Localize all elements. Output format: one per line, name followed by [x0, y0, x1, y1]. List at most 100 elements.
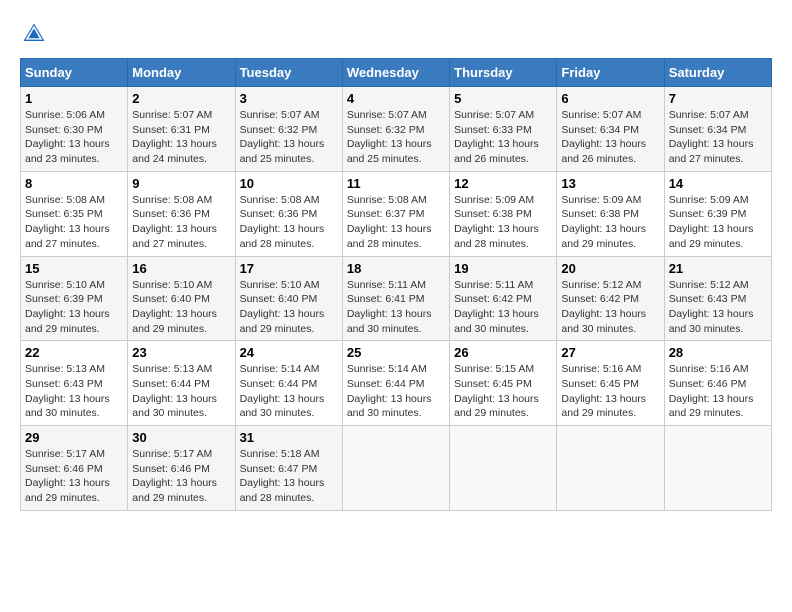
day-info: Sunrise: 5:12 AM Sunset: 6:43 PM Dayligh…	[669, 278, 767, 337]
day-info: Sunrise: 5:08 AM Sunset: 6:36 PM Dayligh…	[132, 193, 230, 252]
day-info: Sunrise: 5:09 AM Sunset: 6:38 PM Dayligh…	[561, 193, 659, 252]
day-of-week-header: Friday	[557, 59, 664, 87]
day-info: Sunrise: 5:07 AM Sunset: 6:32 PM Dayligh…	[240, 108, 338, 167]
day-of-week-header: Sunday	[21, 59, 128, 87]
calendar-cell: 17 Sunrise: 5:10 AM Sunset: 6:40 PM Dayl…	[235, 256, 342, 341]
calendar-cell: 26 Sunrise: 5:15 AM Sunset: 6:45 PM Dayl…	[450, 341, 557, 426]
day-number: 30	[132, 430, 230, 445]
calendar-cell: 6 Sunrise: 5:07 AM Sunset: 6:34 PM Dayli…	[557, 87, 664, 172]
calendar-cell: 19 Sunrise: 5:11 AM Sunset: 6:42 PM Dayl…	[450, 256, 557, 341]
calendar-week-row: 15 Sunrise: 5:10 AM Sunset: 6:39 PM Dayl…	[21, 256, 772, 341]
calendar-cell: 23 Sunrise: 5:13 AM Sunset: 6:44 PM Dayl…	[128, 341, 235, 426]
calendar-cell: 24 Sunrise: 5:14 AM Sunset: 6:44 PM Dayl…	[235, 341, 342, 426]
calendar-cell: 1 Sunrise: 5:06 AM Sunset: 6:30 PM Dayli…	[21, 87, 128, 172]
day-info: Sunrise: 5:07 AM Sunset: 6:32 PM Dayligh…	[347, 108, 445, 167]
calendar-cell: 20 Sunrise: 5:12 AM Sunset: 6:42 PM Dayl…	[557, 256, 664, 341]
logo-icon	[20, 20, 48, 48]
day-info: Sunrise: 5:13 AM Sunset: 6:43 PM Dayligh…	[25, 362, 123, 421]
day-number: 6	[561, 91, 659, 106]
calendar-cell: 18 Sunrise: 5:11 AM Sunset: 6:41 PM Dayl…	[342, 256, 449, 341]
day-number: 11	[347, 176, 445, 191]
calendar-cell: 2 Sunrise: 5:07 AM Sunset: 6:31 PM Dayli…	[128, 87, 235, 172]
day-number: 1	[25, 91, 123, 106]
calendar-week-row: 22 Sunrise: 5:13 AM Sunset: 6:43 PM Dayl…	[21, 341, 772, 426]
day-number: 21	[669, 261, 767, 276]
day-number: 25	[347, 345, 445, 360]
day-number: 31	[240, 430, 338, 445]
day-info: Sunrise: 5:13 AM Sunset: 6:44 PM Dayligh…	[132, 362, 230, 421]
day-info: Sunrise: 5:10 AM Sunset: 6:40 PM Dayligh…	[240, 278, 338, 337]
calendar-cell	[342, 426, 449, 511]
day-number: 28	[669, 345, 767, 360]
calendar-week-row: 8 Sunrise: 5:08 AM Sunset: 6:35 PM Dayli…	[21, 171, 772, 256]
calendar-cell: 4 Sunrise: 5:07 AM Sunset: 6:32 PM Dayli…	[342, 87, 449, 172]
calendar-cell: 27 Sunrise: 5:16 AM Sunset: 6:45 PM Dayl…	[557, 341, 664, 426]
calendar-cell: 22 Sunrise: 5:13 AM Sunset: 6:43 PM Dayl…	[21, 341, 128, 426]
day-number: 20	[561, 261, 659, 276]
calendar-cell	[557, 426, 664, 511]
header-row: SundayMondayTuesdayWednesdayThursdayFrid…	[21, 59, 772, 87]
day-number: 4	[347, 91, 445, 106]
day-number: 14	[669, 176, 767, 191]
day-info: Sunrise: 5:09 AM Sunset: 6:38 PM Dayligh…	[454, 193, 552, 252]
day-info: Sunrise: 5:07 AM Sunset: 6:34 PM Dayligh…	[561, 108, 659, 167]
calendar-cell: 9 Sunrise: 5:08 AM Sunset: 6:36 PM Dayli…	[128, 171, 235, 256]
day-info: Sunrise: 5:08 AM Sunset: 6:36 PM Dayligh…	[240, 193, 338, 252]
calendar-cell: 7 Sunrise: 5:07 AM Sunset: 6:34 PM Dayli…	[664, 87, 771, 172]
day-info: Sunrise: 5:07 AM Sunset: 6:31 PM Dayligh…	[132, 108, 230, 167]
day-info: Sunrise: 5:11 AM Sunset: 6:42 PM Dayligh…	[454, 278, 552, 337]
calendar-cell: 10 Sunrise: 5:08 AM Sunset: 6:36 PM Dayl…	[235, 171, 342, 256]
day-number: 8	[25, 176, 123, 191]
day-number: 23	[132, 345, 230, 360]
day-of-week-header: Wednesday	[342, 59, 449, 87]
day-number: 29	[25, 430, 123, 445]
calendar-cell: 21 Sunrise: 5:12 AM Sunset: 6:43 PM Dayl…	[664, 256, 771, 341]
day-of-week-header: Monday	[128, 59, 235, 87]
day-info: Sunrise: 5:16 AM Sunset: 6:45 PM Dayligh…	[561, 362, 659, 421]
logo	[20, 20, 52, 48]
calendar-cell	[450, 426, 557, 511]
calendar-cell: 8 Sunrise: 5:08 AM Sunset: 6:35 PM Dayli…	[21, 171, 128, 256]
day-number: 15	[25, 261, 123, 276]
calendar-cell: 14 Sunrise: 5:09 AM Sunset: 6:39 PM Dayl…	[664, 171, 771, 256]
day-number: 10	[240, 176, 338, 191]
day-info: Sunrise: 5:10 AM Sunset: 6:39 PM Dayligh…	[25, 278, 123, 337]
day-number: 27	[561, 345, 659, 360]
calendar-cell: 25 Sunrise: 5:14 AM Sunset: 6:44 PM Dayl…	[342, 341, 449, 426]
calendar-cell: 16 Sunrise: 5:10 AM Sunset: 6:40 PM Dayl…	[128, 256, 235, 341]
day-info: Sunrise: 5:14 AM Sunset: 6:44 PM Dayligh…	[240, 362, 338, 421]
day-number: 9	[132, 176, 230, 191]
day-info: Sunrise: 5:15 AM Sunset: 6:45 PM Dayligh…	[454, 362, 552, 421]
day-info: Sunrise: 5:17 AM Sunset: 6:46 PM Dayligh…	[25, 447, 123, 506]
day-number: 16	[132, 261, 230, 276]
day-info: Sunrise: 5:10 AM Sunset: 6:40 PM Dayligh…	[132, 278, 230, 337]
calendar-cell: 29 Sunrise: 5:17 AM Sunset: 6:46 PM Dayl…	[21, 426, 128, 511]
day-info: Sunrise: 5:17 AM Sunset: 6:46 PM Dayligh…	[132, 447, 230, 506]
day-number: 22	[25, 345, 123, 360]
day-info: Sunrise: 5:09 AM Sunset: 6:39 PM Dayligh…	[669, 193, 767, 252]
calendar-cell: 31 Sunrise: 5:18 AM Sunset: 6:47 PM Dayl…	[235, 426, 342, 511]
calendar-cell	[664, 426, 771, 511]
calendar-cell: 12 Sunrise: 5:09 AM Sunset: 6:38 PM Dayl…	[450, 171, 557, 256]
day-info: Sunrise: 5:12 AM Sunset: 6:42 PM Dayligh…	[561, 278, 659, 337]
day-number: 26	[454, 345, 552, 360]
day-info: Sunrise: 5:11 AM Sunset: 6:41 PM Dayligh…	[347, 278, 445, 337]
day-number: 24	[240, 345, 338, 360]
day-info: Sunrise: 5:16 AM Sunset: 6:46 PM Dayligh…	[669, 362, 767, 421]
day-info: Sunrise: 5:08 AM Sunset: 6:35 PM Dayligh…	[25, 193, 123, 252]
day-number: 7	[669, 91, 767, 106]
calendar-cell: 30 Sunrise: 5:17 AM Sunset: 6:46 PM Dayl…	[128, 426, 235, 511]
day-of-week-header: Tuesday	[235, 59, 342, 87]
calendar-week-row: 29 Sunrise: 5:17 AM Sunset: 6:46 PM Dayl…	[21, 426, 772, 511]
day-number: 2	[132, 91, 230, 106]
calendar-cell: 3 Sunrise: 5:07 AM Sunset: 6:32 PM Dayli…	[235, 87, 342, 172]
day-of-week-header: Saturday	[664, 59, 771, 87]
calendar-cell: 11 Sunrise: 5:08 AM Sunset: 6:37 PM Dayl…	[342, 171, 449, 256]
day-number: 12	[454, 176, 552, 191]
day-of-week-header: Thursday	[450, 59, 557, 87]
day-number: 19	[454, 261, 552, 276]
calendar-week-row: 1 Sunrise: 5:06 AM Sunset: 6:30 PM Dayli…	[21, 87, 772, 172]
calendar-cell: 5 Sunrise: 5:07 AM Sunset: 6:33 PM Dayli…	[450, 87, 557, 172]
page-header	[20, 20, 772, 48]
day-info: Sunrise: 5:18 AM Sunset: 6:47 PM Dayligh…	[240, 447, 338, 506]
